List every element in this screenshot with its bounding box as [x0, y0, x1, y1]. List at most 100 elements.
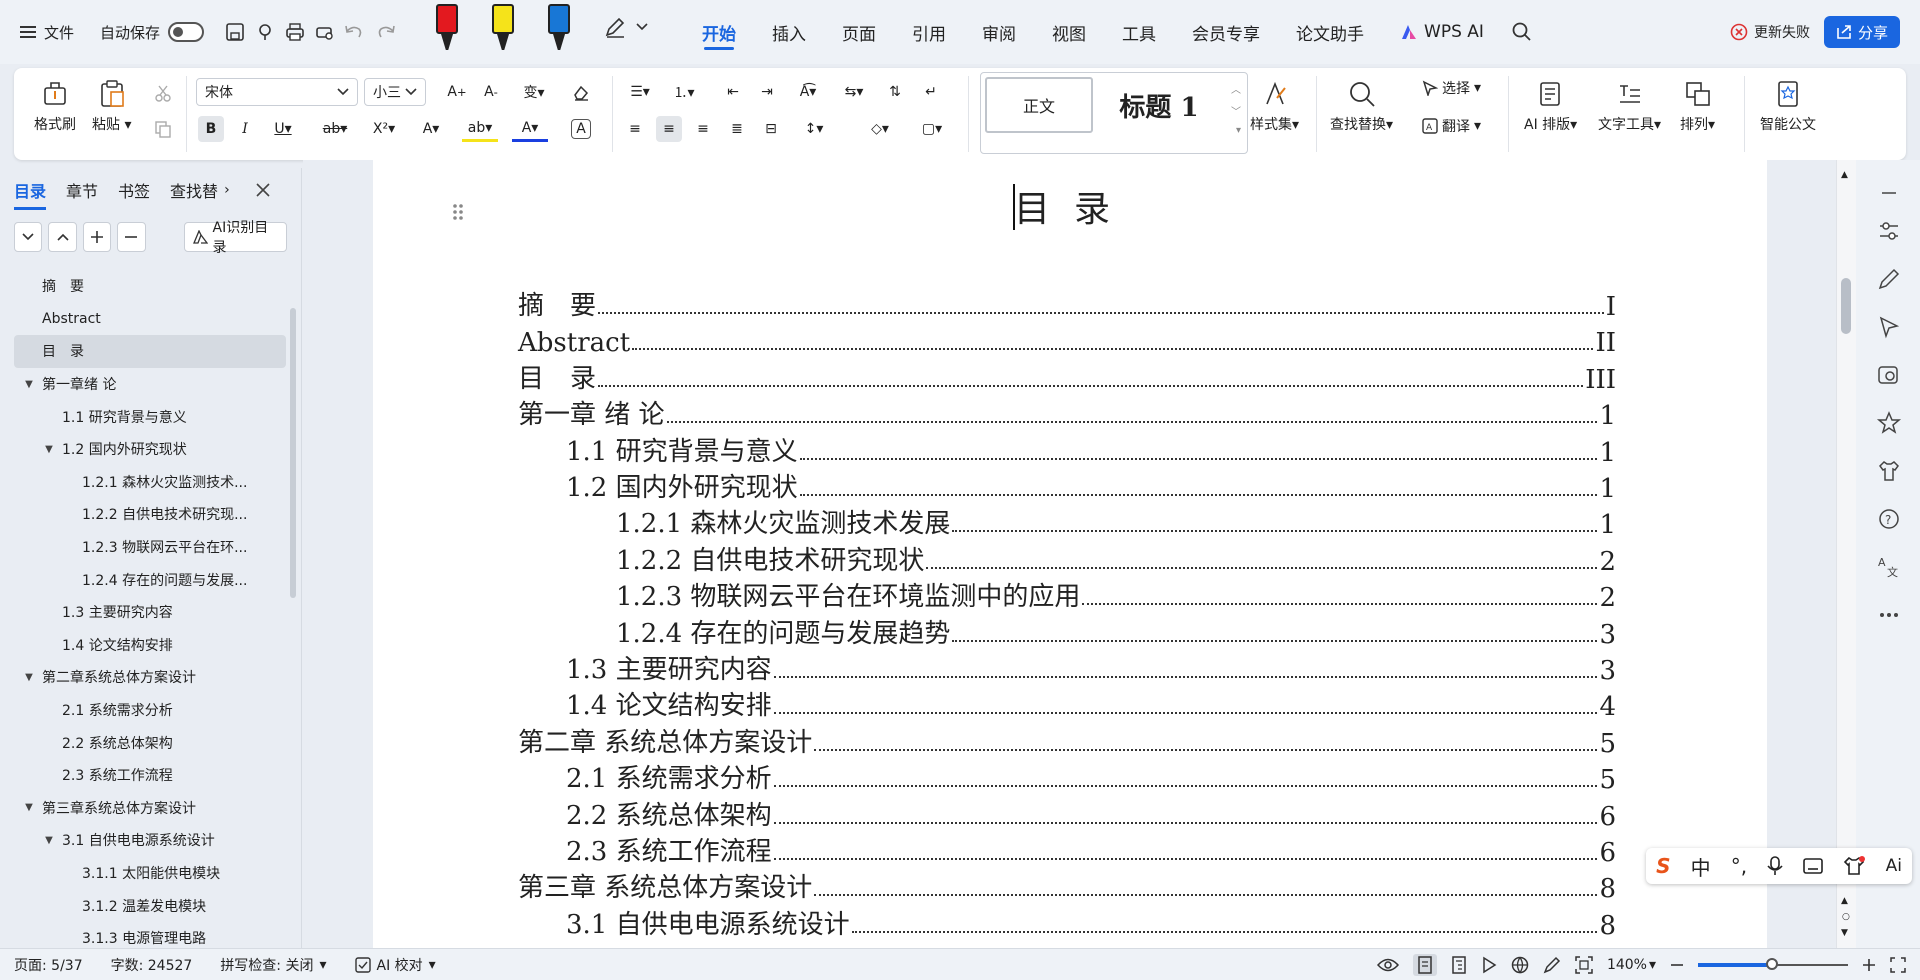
align-left-icon[interactable]: ≡ — [622, 116, 648, 142]
vertical-scrollbar[interactable]: ▲ ▲ ○ ▼ — [1836, 160, 1856, 948]
nav-tab-chapters[interactable]: 章节 — [66, 178, 98, 202]
ime-mode[interactable]: 中 — [1691, 852, 1711, 881]
toc-entry[interactable]: 1.2.1 森林火灾监测技术发展 1 — [616, 504, 1616, 540]
remove-heading-icon[interactable] — [117, 222, 146, 252]
skin-icon[interactable] — [1843, 856, 1866, 876]
undo-icon[interactable] — [341, 16, 369, 48]
select-button[interactable]: 选择 ▾ — [1422, 78, 1481, 98]
sidebar-toc-item[interactable]: 3.1.1 太阳能供电模块 — [14, 857, 286, 890]
toc-entry[interactable]: 1.4 论文结构安排 4 — [566, 686, 1616, 722]
adjust-icon[interactable] — [1876, 218, 1902, 244]
keyboard-icon[interactable] — [1803, 858, 1824, 874]
align-right-icon[interactable]: ≡ — [690, 116, 716, 142]
scroll-up-icon[interactable]: ▲ — [1841, 170, 1848, 180]
sidebar-toc-item[interactable]: ▼ 第一章绪 论 — [14, 368, 286, 401]
toc-entry[interactable]: 1.2.3 物联网云平台在环境监测中的应用 2 — [616, 577, 1616, 613]
scroll-thumb[interactable] — [1841, 278, 1851, 334]
zoom-out-icon[interactable] — [1670, 958, 1684, 972]
italic-button[interactable]: I — [232, 116, 258, 142]
prev-page-icon[interactable]: ▲ — [1841, 896, 1848, 906]
tab-wps-ai[interactable]: WPS AI — [1382, 0, 1502, 64]
sidebar-toc-item[interactable]: Abstract — [14, 303, 286, 336]
expand-arrow-icon[interactable]: ▼ — [22, 672, 36, 683]
sidebar-toc-item[interactable]: 1.3 主要研究内容 — [14, 596, 286, 629]
superscript-button[interactable]: X²▾ — [366, 116, 402, 142]
file-menu[interactable]: 文件 — [20, 22, 74, 43]
justify-icon[interactable]: ≣ — [724, 116, 750, 142]
shading-icon[interactable]: ◇▾ — [862, 116, 898, 142]
tab-member[interactable]: 会员专享 — [1174, 0, 1278, 64]
microphone-icon[interactable] — [1767, 856, 1783, 876]
word-count[interactable]: 字数: 24527 — [97, 955, 207, 975]
translate-side-icon[interactable]: A文 — [1876, 554, 1902, 580]
toc-entry[interactable]: 目 录 III — [518, 359, 1616, 395]
autosave-toggle[interactable] — [168, 22, 205, 42]
sidebar-toc-item[interactable]: 1.2.1 森林火灾监测技术... — [14, 466, 286, 499]
zoom-select[interactable]: 140% ▾ — [1607, 957, 1656, 973]
expand-arrow-icon[interactable]: ▼ — [22, 379, 36, 390]
style-heading1[interactable]: 标题 1 — [1099, 77, 1219, 133]
align-center-icon[interactable]: ≡ — [656, 116, 682, 142]
sidebar-toc-item[interactable]: 2.3 系统工作流程 — [14, 759, 286, 792]
phonetic-guide-icon[interactable]: 变▾ — [514, 79, 554, 105]
style-normal[interactable]: 正文 — [985, 77, 1093, 133]
tab-home[interactable]: 开始 — [684, 0, 754, 64]
ai-proof-button[interactable]: AI 校对 ▾ — [341, 955, 450, 975]
toc-entry[interactable]: 2.2 系统总体架构 6 — [566, 796, 1616, 832]
borders-icon[interactable]: ▢▾ — [914, 116, 950, 142]
zoom-slider[interactable] — [1698, 957, 1848, 970]
zoom-in-icon[interactable] — [1862, 958, 1876, 972]
cut-icon[interactable] — [150, 80, 176, 106]
format-painter-button[interactable]: 格式刷 — [34, 80, 76, 134]
tab-insert[interactable]: 插入 — [754, 0, 824, 64]
text-effect-button[interactable]: A▾ — [414, 116, 448, 142]
translate-button[interactable]: A 翻译 ▾ — [1422, 116, 1481, 136]
play-icon[interactable] — [1481, 956, 1497, 974]
next-page-icon[interactable]: ▼ — [1841, 928, 1848, 938]
print-icon[interactable] — [281, 16, 309, 48]
strikethrough-button[interactable]: ab▾ — [316, 116, 354, 142]
more-icon[interactable] — [1876, 602, 1902, 628]
sidebar-toc-item[interactable]: ▼ 3.1 自供电电源系统设计 — [14, 824, 286, 857]
add-heading-icon[interactable] — [82, 222, 112, 252]
drag-handle-icon[interactable] — [452, 202, 464, 222]
web-view-icon[interactable] — [1511, 956, 1529, 974]
tab-review[interactable]: 审阅 — [964, 0, 1034, 64]
nav-tab-toc[interactable]: 目录 — [14, 178, 47, 210]
nav-tab-bookmarks[interactable]: 书签 — [118, 178, 150, 202]
image-tool-icon[interactable] — [1876, 362, 1902, 388]
pen-settings[interactable] — [604, 16, 648, 38]
chevron-right-icon[interactable]: › — [224, 182, 230, 198]
tab-thesis-assistant[interactable]: 论文助手 — [1278, 0, 1382, 64]
help-icon[interactable]: ? — [1876, 506, 1902, 532]
show-marks-icon[interactable]: ↵ — [918, 79, 944, 105]
arrange-button[interactable]: 排列▾ — [1680, 80, 1715, 134]
text-tools-button[interactable]: 文字工具▾ — [1598, 80, 1661, 134]
yellow-highlighter-icon[interactable] — [492, 4, 515, 50]
ime-ai-icon[interactable]: Ai — [1886, 856, 1902, 876]
select-browse-icon[interactable]: ○ — [1842, 912, 1850, 922]
sidebar-toc-item[interactable]: 2.1 系统需求分析 — [14, 694, 286, 727]
shirt-icon[interactable] — [1876, 458, 1902, 484]
shrink-font-icon[interactable]: A- — [478, 79, 504, 105]
tab-tools[interactable]: 工具 — [1104, 0, 1174, 64]
export-icon[interactable] — [251, 16, 279, 48]
autosave-switch[interactable]: 自动保存 — [100, 22, 205, 43]
sidebar-toc-item[interactable]: 1.2.4 存在的问题与发展... — [14, 563, 286, 596]
toc-entry[interactable]: 1.1 研究背景与意义 1 — [566, 432, 1616, 468]
style-scroll-down-icon[interactable]: ﹀ — [1231, 103, 1241, 118]
bold-button[interactable]: B — [198, 116, 224, 142]
style-expand-icon[interactable]: ▾ — [1236, 125, 1241, 136]
increase-indent-icon[interactable]: ⇥ — [754, 79, 780, 105]
fit-page-icon[interactable] — [1575, 955, 1593, 974]
toc-entry[interactable]: 1.2.2 自供电技术研究现状 2 — [616, 541, 1616, 577]
toc-entry[interactable]: 3.1 自供电电源系统设计 8 — [566, 905, 1616, 941]
expand-arrow-icon[interactable]: ▼ — [42, 835, 56, 846]
tab-references[interactable]: 引用 — [894, 0, 964, 64]
underline-button[interactable]: U▾ — [266, 116, 300, 142]
sidebar-toc-item[interactable]: 摘 要 — [14, 270, 286, 303]
sidebar-toc-item[interactable]: 1.1 研究背景与意义 — [14, 400, 286, 433]
pointer-icon[interactable] — [1876, 314, 1902, 340]
line-spacing-icon[interactable]: ↕▾ — [796, 116, 832, 142]
style-set-button[interactable]: 样式集▾ — [1250, 80, 1299, 134]
